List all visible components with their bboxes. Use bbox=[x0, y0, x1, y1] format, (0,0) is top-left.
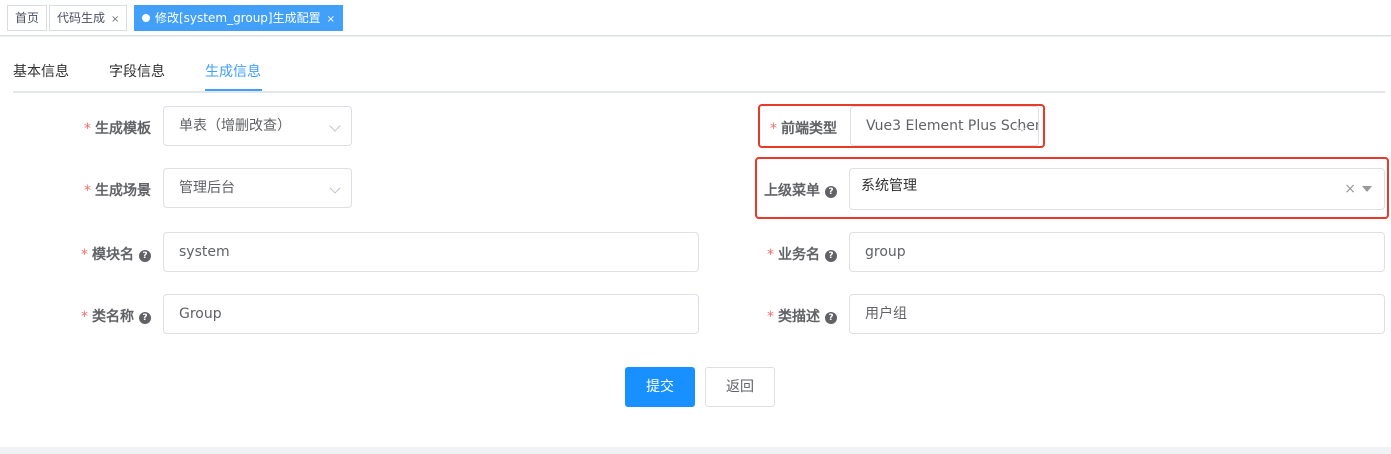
highlight-box bbox=[758, 104, 1045, 148]
scene-label: * 生成场景 bbox=[84, 183, 151, 199]
highlight-box bbox=[755, 157, 1389, 219]
help-icon[interactable]: ? bbox=[139, 250, 151, 262]
submit-button[interactable]: 提交 bbox=[625, 367, 695, 407]
class-name-input[interactable]: Group bbox=[163, 294, 699, 334]
tag-edit-gen-config[interactable]: 修改[system_group]生成配置 × bbox=[134, 5, 343, 31]
business-name-label: * 业务名? bbox=[767, 244, 837, 264]
help-icon[interactable]: ? bbox=[139, 312, 151, 324]
class-desc-input[interactable]: 用户组 bbox=[849, 294, 1385, 334]
module-name-label: * 模块名? bbox=[81, 244, 151, 264]
business-name-input[interactable]: group bbox=[849, 232, 1385, 272]
scene-select[interactable]: 管理后台 bbox=[163, 168, 352, 208]
chevron-down-icon bbox=[329, 182, 341, 194]
active-tab-indicator bbox=[205, 89, 262, 91]
tag-codegen[interactable]: 代码生成 × bbox=[49, 5, 128, 31]
active-dot-icon bbox=[142, 14, 150, 22]
chevron-down-icon bbox=[329, 120, 341, 132]
tag-label: 首页 bbox=[15, 11, 40, 25]
tab-field-info[interactable]: 字段信息 bbox=[109, 61, 165, 81]
business-name-value: group bbox=[865, 244, 906, 260]
class-desc-value: 用户组 bbox=[865, 306, 907, 322]
back-button[interactable]: 返回 bbox=[705, 367, 775, 407]
tab-bar: 基本信息 字段信息 生成信息 bbox=[13, 37, 1385, 93]
tags-view: 首页 代码生成 × 修改[system_group]生成配置 × bbox=[0, 0, 1391, 36]
class-name-label: * 类名称? bbox=[81, 306, 151, 326]
template-label: * 生成模板 bbox=[84, 121, 151, 137]
close-icon[interactable]: × bbox=[111, 14, 119, 25]
module-name-value: system bbox=[179, 244, 230, 260]
tag-label: 修改[system_group]生成配置 bbox=[155, 11, 321, 25]
close-icon[interactable]: × bbox=[327, 14, 335, 25]
class-desc-label: * 类描述? bbox=[767, 306, 837, 326]
scene-value: 管理后台 bbox=[179, 180, 235, 196]
tag-home[interactable]: 首页 bbox=[7, 5, 48, 31]
main-card: 基本信息 字段信息 生成信息 * 生成模板 单表（增删改查） * 前端类型 Vue3… bbox=[0, 37, 1391, 447]
tab-gen-info[interactable]: 生成信息 bbox=[205, 61, 261, 81]
template-select[interactable]: 单表（增删改查） bbox=[163, 106, 352, 146]
tag-label: 代码生成 bbox=[57, 11, 106, 25]
tab-basic-info[interactable]: 基本信息 bbox=[13, 61, 69, 81]
class-name-value: Group bbox=[179, 306, 222, 322]
module-name-input[interactable]: system bbox=[163, 232, 699, 272]
template-value: 单表（增删改查） bbox=[179, 118, 291, 134]
help-icon[interactable]: ? bbox=[825, 250, 837, 262]
help-icon[interactable]: ? bbox=[825, 312, 837, 324]
